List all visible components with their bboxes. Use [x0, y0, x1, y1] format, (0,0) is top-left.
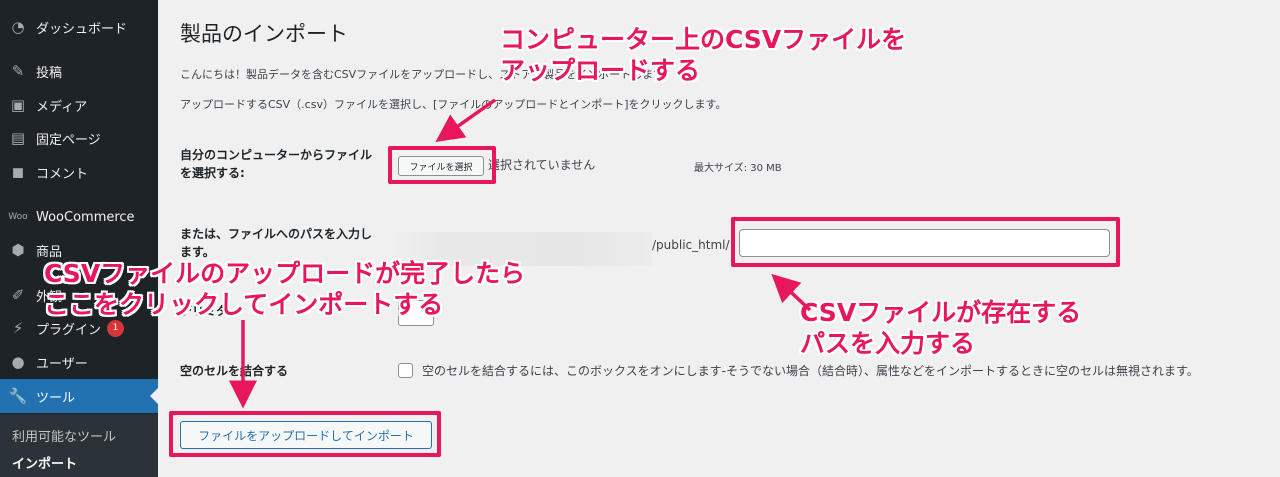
path-suffix-text: /public_html/ [652, 238, 730, 252]
highlight-submit-button [169, 411, 441, 457]
file-upload-label: 自分のコンピューターからファイルを選択する: [180, 148, 373, 180]
note-path-line-1: CSVファイルが存在する [800, 298, 1082, 327]
sidebar-item-dashboard[interactable]: ◔ ダッシュボード [0, 10, 158, 44]
sidebar-item-label: 商品 [36, 244, 63, 260]
sidebar-item-label: ダッシュボード [36, 21, 128, 37]
highlight-choose-file [388, 146, 496, 184]
note-upload-line-1: コンピューター上のCSVファイルを [500, 25, 907, 54]
box-icon: ⬢ [11, 241, 25, 259]
sidebar-item-label: WooCommerce [36, 209, 135, 225]
wrench-icon: 🔧 [8, 387, 28, 405]
sidebar-item-label: コメント [36, 166, 89, 182]
sidebar-item-label: 固定ページ [36, 132, 101, 148]
file-path-label: または、ファイルへのパスを入力します。 [180, 227, 373, 259]
note-click-line-2: ここをクリックしてインポートする [44, 290, 444, 319]
max-size-text: 最大サイズ: 30 MB [694, 163, 782, 174]
instruction-text: アップロードするCSV（.csv）ファイルを選択し、[ファイルのアップロードとイ… [180, 98, 727, 111]
sidebar-item-label: ツール [36, 390, 76, 406]
sidebar-item-posts[interactable]: ✎ 投稿 [0, 54, 158, 88]
user-icon: ● [11, 353, 25, 371]
brush-icon: ✐ [11, 286, 25, 304]
admin-sidebar: ◔ ダッシュボード ✎ 投稿 ▣ メディア ▤ 固定ページ ◼ コメント Woo… [0, 0, 158, 477]
submenu-available-tools[interactable]: 利用可能なツール [12, 426, 116, 445]
tools-submenu: 利用可能なツール インポート [0, 414, 158, 477]
highlight-path-input [731, 217, 1120, 267]
sidebar-item-woocommerce[interactable]: Woo WooCommerce [0, 200, 158, 234]
sidebar-item-tools[interactable]: 🔧 ツール [0, 379, 158, 413]
comment-icon: ◼ [11, 163, 25, 181]
woocommerce-icon: Woo [8, 212, 28, 222]
note-upload-line-2: アップロードする [500, 56, 701, 85]
sidebar-item-media[interactable]: ▣ メディア [0, 88, 158, 122]
no-file-selected-text: 選択されていません [488, 158, 596, 172]
page-title: 製品のインポート [180, 22, 348, 46]
sidebar-item-label: メディア [36, 99, 88, 115]
sidebar-item-label: プラグイン [36, 322, 102, 338]
page-icon: ▤ [10, 129, 26, 147]
note-upload-csv: コンピューター上のCSVファイルを アップロードする [500, 24, 906, 86]
media-icon: ▣ [10, 96, 26, 114]
pin-icon: ✎ [11, 62, 25, 80]
note-click-to-import: CSVファイルのアップロードが完了したら ここをクリックしてインポートする [44, 258, 525, 320]
merge-empty-cells-checkbox[interactable] [398, 363, 413, 378]
sidebar-item-label: ユーザー [36, 356, 88, 372]
update-count-badge: 1 [107, 319, 125, 337]
note-enter-path: CSVファイルが存在する パスを入力する [800, 297, 1081, 359]
sidebar-item-comments[interactable]: ◼ コメント [0, 155, 158, 189]
sidebar-item-pages[interactable]: ▤ 固定ページ [0, 121, 158, 155]
merge-empty-cells-label: 空のセルを結合する [180, 364, 289, 378]
submenu-import[interactable]: インポート [12, 453, 77, 472]
note-click-line-1: CSVファイルのアップロードが完了したら [44, 259, 526, 288]
note-path-line-2: パスを入力する [800, 329, 976, 358]
sidebar-item-users[interactable]: ● ユーザー [0, 345, 158, 379]
dashboard-icon: ◔ [11, 18, 25, 36]
sidebar-item-label: 投稿 [36, 65, 63, 81]
merge-empty-cells-description: 空のセルを結合するには、このボックスをオンにします-そうでない場合（結合時）、属… [422, 364, 1199, 378]
plugin-icon: ⚡ [12, 319, 24, 337]
